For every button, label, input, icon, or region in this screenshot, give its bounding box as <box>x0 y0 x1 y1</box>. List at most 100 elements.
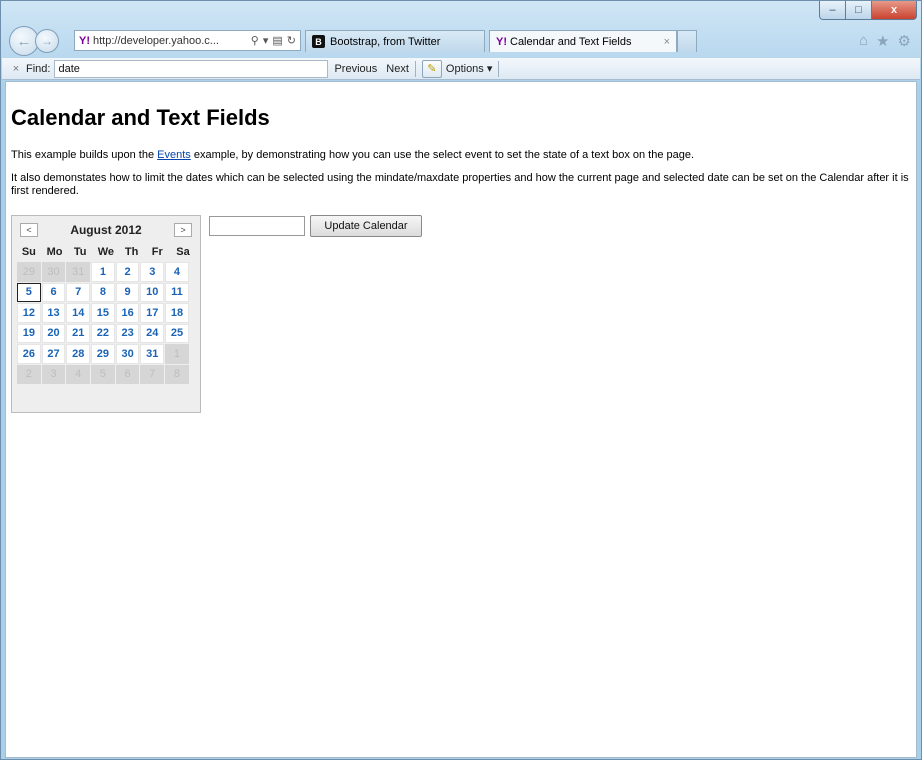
tab-bootstrap[interactable]: B Bootstrap, from Twitter <box>305 30 485 52</box>
update-calendar-button[interactable]: Update Calendar <box>310 215 422 237</box>
calendar-day-other-month: 4 <box>66 364 91 384</box>
options-label: Options <box>445 63 484 75</box>
intro-paragraph: This example builds upon the Events exam… <box>11 149 694 161</box>
calendar-day[interactable]: 18 <box>165 303 189 323</box>
date-input[interactable] <box>209 216 305 236</box>
calendar-day[interactable]: 19 <box>17 323 41 343</box>
calendar-day[interactable]: 24 <box>140 323 165 343</box>
intro-text: This example builds upon the <box>11 149 158 161</box>
calendar: < August 2012 > Su Mo Tu We Th Fr Sa 29 30 31 1 2 3… <box>11 215 201 413</box>
weekday-label: Tu <box>73 245 87 258</box>
minimize-button[interactable]: – <box>819 1 846 20</box>
calendar-day-other-month: 31 <box>66 262 91 282</box>
calendar-header: < August 2012 > <box>16 220 196 240</box>
calendar-day[interactable]: 26 <box>17 344 41 364</box>
tab-label: Calendar and Text Fields <box>510 35 632 48</box>
yahoo-favicon-icon: Y! <box>496 35 507 48</box>
bootstrap-favicon-icon: B <box>312 35 325 48</box>
calendar-day[interactable]: 15 <box>91 303 115 323</box>
separator <box>414 60 416 77</box>
address-url[interactable]: http://developer.yahoo.c... <box>93 35 248 47</box>
forward-button[interactable]: → <box>35 29 59 53</box>
calendar-day[interactable]: 17 <box>140 303 165 323</box>
calendar-day[interactable]: 13 <box>41 303 66 323</box>
find-bar: × Find: Previous Next ✎ Options ▾ <box>2 58 920 80</box>
calendar-day[interactable]: 25 <box>165 323 189 343</box>
calendar-day[interactable]: 8 <box>91 282 115 302</box>
separator <box>498 60 500 77</box>
refresh-icon[interactable]: ↻ <box>287 34 296 47</box>
weekday-label: Fr <box>151 245 163 258</box>
calendar-month-title: August 2012 <box>70 223 142 237</box>
compat-icon[interactable]: ▤ <box>272 34 282 47</box>
calendar-day-other-month: 3 <box>41 364 66 384</box>
calendar-day-other-month: 2 <box>17 364 41 384</box>
calendar-day[interactable]: 10 <box>140 282 165 302</box>
find-next-button[interactable]: Next <box>386 63 409 75</box>
calendar-day[interactable]: 12 <box>17 303 41 323</box>
tab-label: Bootstrap, from Twitter <box>330 35 441 48</box>
address-tools: ⚲ ▾ ▤ ↻ <box>251 34 296 47</box>
search-icon[interactable]: ⚲ <box>251 34 259 47</box>
calendar-day[interactable]: 22 <box>91 323 115 343</box>
weekday-label: Su <box>21 245 36 258</box>
calendar-day-other-month: 6 <box>115 364 140 384</box>
weekday-label: We <box>97 245 115 258</box>
find-input[interactable] <box>54 59 329 78</box>
navigation-buttons: ← → <box>9 26 59 56</box>
calendar-day-other-month: 5 <box>91 364 115 384</box>
events-link[interactable]: Events <box>157 149 191 161</box>
close-find-icon[interactable]: × <box>8 63 24 75</box>
calendar-day-other-month: 8 <box>165 364 189 384</box>
calendar-day[interactable]: 4 <box>165 262 189 282</box>
address-bar[interactable]: Y! http://developer.yahoo.c... ⚲ ▾ ▤ ↻ <box>74 30 301 51</box>
calendar-day[interactable]: 23 <box>115 323 140 343</box>
title-bar: – □ x ← → Y! http://developer.yahoo.c...… <box>1 1 921 57</box>
calendar-grid: 29 30 31 1 2 3 4 5 6 7 8 9 10 11 12 13 14 15 16 17 18 19 20 21 2… <box>17 262 196 384</box>
calendar-day[interactable]: 31 <box>140 344 165 364</box>
close-tab-icon[interactable]: × <box>664 36 670 48</box>
next-month-button[interactable]: > <box>174 223 192 237</box>
weekday-label: Th <box>124 245 139 258</box>
calendar-day[interactable]: 2 <box>115 262 140 282</box>
toolbar-icons: ⌂ ★ ⚙ <box>859 32 911 50</box>
intro-text-rest: example, by demonstrating how you can us… <box>190 149 695 161</box>
highlight-icon[interactable]: ✎ <box>421 59 442 78</box>
calendar-day[interactable]: 5 <box>17 282 41 302</box>
calendar-day[interactable]: 28 <box>66 344 91 364</box>
calendar-day-other-month: 7 <box>140 364 165 384</box>
calendar-day[interactable]: 1 <box>91 262 115 282</box>
settings-gear-icon[interactable]: ⚙ <box>898 32 911 50</box>
calendar-day-other-month: 1 <box>165 344 189 364</box>
calendar-day[interactable]: 14 <box>66 303 91 323</box>
maximize-button[interactable]: □ <box>846 1 872 20</box>
close-window-button[interactable]: x <box>872 1 917 20</box>
calendar-day[interactable]: 21 <box>66 323 91 343</box>
yahoo-favicon-icon: Y! <box>79 34 90 47</box>
dropdown-arrow-icon[interactable]: ▾ <box>263 34 269 47</box>
find-previous-button[interactable]: Previous <box>334 63 377 75</box>
calendar-day[interactable]: 20 <box>41 323 66 343</box>
calendar-day[interactable]: 7 <box>66 282 91 302</box>
new-tab-button[interactable] <box>677 30 697 52</box>
calendar-day[interactable]: 16 <box>115 303 140 323</box>
calendar-day[interactable]: 6 <box>41 282 66 302</box>
calendar-day[interactable]: 29 <box>91 344 115 364</box>
favorites-star-icon[interactable]: ★ <box>876 32 889 50</box>
description-paragraph: It also demonstates how to limit the dat… <box>11 172 909 197</box>
window-controls: – □ x <box>819 1 917 20</box>
forward-arrow-icon: → <box>41 34 53 48</box>
calendar-day[interactable]: 27 <box>41 344 66 364</box>
weekday-label: Mo <box>46 245 63 258</box>
page-title: Calendar and Text Fields <box>11 105 270 130</box>
find-label: Find: <box>26 62 51 75</box>
calendar-day[interactable]: 11 <box>165 282 189 302</box>
calendar-day[interactable]: 9 <box>115 282 140 302</box>
calendar-day-other-month: 30 <box>41 262 66 282</box>
browser-window: – □ x ← → Y! http://developer.yahoo.c...… <box>0 0 922 760</box>
calendar-day[interactable]: 30 <box>115 344 140 364</box>
calendar-day[interactable]: 3 <box>140 262 165 282</box>
home-icon[interactable]: ⌂ <box>859 32 868 50</box>
tab-calendar[interactable]: Y! Calendar and Text Fields × <box>489 30 677 52</box>
find-options-button[interactable]: Options ▾ <box>446 62 493 75</box>
